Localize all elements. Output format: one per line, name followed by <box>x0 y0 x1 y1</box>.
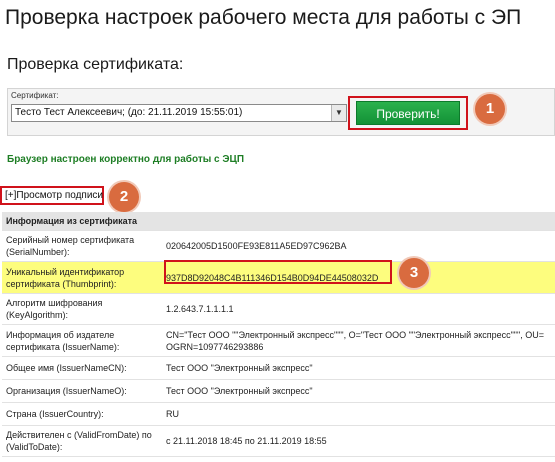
annotation-marker-1: 1 <box>475 94 505 124</box>
row-value: RU <box>162 402 555 426</box>
issuer-name-line-1: CN="Тест ООО ""Электронный экспресс""", … <box>166 329 544 340</box>
certificate-select[interactable]: Тесто Тест Алексеевич; (до: 21.11.2019 1… <box>11 104 347 122</box>
table-row: Информация об издателе сертификата (Issu… <box>2 324 555 357</box>
annotation-marker-2: 2 <box>109 182 139 212</box>
table-header: Информация из сертификата <box>2 212 555 231</box>
thumbprint-annotation-frame <box>164 260 392 284</box>
row-label: Общее имя (IssuerNameCN): <box>2 356 162 380</box>
row-label: Алгоритм шифрования (KeyAlgorithm): <box>2 293 162 325</box>
certificate-info-table: Информация из сертификата Серийный номер… <box>2 212 555 457</box>
certificate-label: Сертификат: <box>11 91 59 100</box>
table-header-row: Информация из сертификата <box>2 212 555 231</box>
row-label: Уникальный идентификатор сертификата (Th… <box>2 261 162 294</box>
row-label: Действителен с (ValidFromDate) по (Valid… <box>2 425 162 457</box>
check-button[interactable]: Проверить! <box>356 101 460 125</box>
row-value: 1.2.643.7.1.1.1.1 <box>162 293 555 325</box>
table-row: Серийный номер сертификата (SerialNumber… <box>2 230 555 262</box>
view-signature-toggle[interactable]: [+]Просмотр подписи <box>5 190 103 201</box>
table-row: Страна (IssuerCountry): RU <box>2 402 555 426</box>
table-row: Алгоритм шифрования (KeyAlgorithm): 1.2.… <box>2 293 555 325</box>
table-row: Организация (IssuerNameO): Тест ООО "Эле… <box>2 379 555 403</box>
page-title: Проверка настроек рабочего места для раб… <box>5 6 522 29</box>
section-title: Проверка сертификата: <box>7 56 184 73</box>
certificate-select-value: Тесто Тест Алексеевич; (до: 21.11.2019 1… <box>15 107 243 118</box>
annotation-marker-3: 3 <box>399 258 429 288</box>
certificate-panel: Сертификат: Тесто Тест Алексеевич; (до: … <box>7 88 555 136</box>
row-label: Страна (IssuerCountry): <box>2 402 162 426</box>
row-value: CN="Тест ООО ""Электронный экспресс""", … <box>162 324 555 357</box>
row-value: 020642005D1500FE93E811A5ED97C962BA <box>162 230 555 262</box>
issuer-name-line-2: OGRN=1097746293886 <box>166 341 264 352</box>
row-label: Информация об издателе сертификата (Issu… <box>2 324 162 357</box>
status-message: Браузер настроен корректно для работы с … <box>7 154 245 165</box>
chevron-down-icon[interactable]: ▼ <box>331 105 346 121</box>
row-label: Организация (IssuerNameO): <box>2 379 162 403</box>
row-value: с 21.11.2018 18:45 по 21.11.2019 18:55 <box>162 425 555 457</box>
row-label: Серийный номер сертификата (SerialNumber… <box>2 230 162 262</box>
row-value: Тест ООО "Электронный экспресс" <box>162 356 555 380</box>
row-value: Тест ООО "Электронный экспресс" <box>162 379 555 403</box>
table-row: Действителен с (ValidFromDate) по (Valid… <box>2 425 555 457</box>
table-row: Общее имя (IssuerNameCN): Тест ООО "Элек… <box>2 356 555 380</box>
